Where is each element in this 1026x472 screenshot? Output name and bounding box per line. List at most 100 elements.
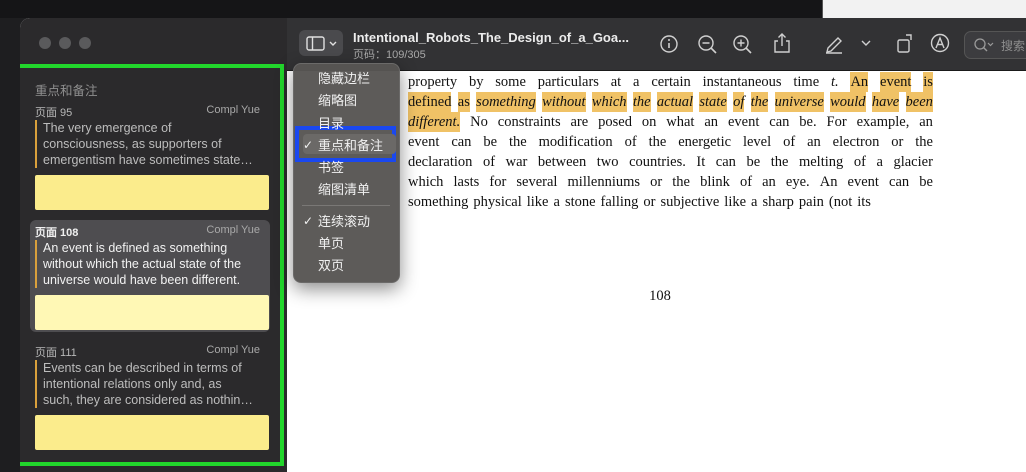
text-line: which lasts for several millenniums or the blin… [408,172,933,192]
highlight-card[interactable]: 页面 95 Compl Yue The very emergence of co… [30,100,270,212]
quote-line: Events can be described in terms of [43,361,242,375]
body-word: at [610,74,622,90]
document-title: Intentional_Robots_The_Design_of_a_Goa..… [353,30,629,45]
background-window-edge [822,0,1026,18]
text-line: something physical like a stone falling or subj… [408,192,933,212]
minimize-window-button[interactable] [59,37,71,49]
body-word: of [739,174,753,190]
body-word: which [408,174,444,190]
menu-item[interactable]: 单页 [318,236,344,252]
checkmark-icon: ✓ [303,214,314,228]
info-icon[interactable] [658,33,680,55]
menu-item[interactable]: 缩略图 [318,93,357,109]
highlight-pen-icon[interactable] [823,32,845,54]
body-word: be [919,174,933,190]
highlighted-word: something [476,92,536,112]
quote-line: such, they are considered as nothin… [43,393,253,407]
zoom-out-icon[interactable] [696,33,718,55]
body-word: of [783,134,796,150]
body-word: of [482,154,496,170]
quote-line: intentional relations only and, as [43,377,222,391]
close-window-button[interactable] [39,37,51,49]
highlighted-word: event [880,72,912,92]
preview-window: 重点和备注 页面 95 Compl Yue The very emergence… [20,18,1026,472]
highlighted-word: which [591,92,627,112]
highlight-quote: An event is defined as something without… [35,240,263,288]
quote-line: consciousness, as supporters of [43,137,222,151]
body-word: for [489,174,507,190]
menu-item[interactable]: 隐藏边栏 [318,71,370,87]
body-word: an [807,134,821,150]
rotate-icon[interactable] [894,32,916,54]
body-word: eye. [785,174,810,190]
body-word: two [596,154,619,170]
body-word: event [727,114,760,130]
body-word: can [451,134,472,150]
sidebar-view-button[interactable] [299,30,343,56]
search-icon [974,38,994,52]
search-field[interactable]: 搜索 [964,31,1026,59]
highlighted-word: the [632,92,651,112]
body-word: the [508,134,527,150]
highlight-card-selected[interactable]: 页面 108 Compl Yue An event is defined as … [30,220,270,332]
share-icon[interactable] [771,31,793,55]
highlighted-word: defined [408,92,452,112]
menu-item[interactable]: 双页 [318,258,344,274]
highlight-author: Compl Yue [206,224,260,236]
zoom-window-button[interactable] [79,37,91,49]
body-word: a [876,154,883,170]
body-word: several [516,174,558,190]
note-field[interactable] [35,175,269,210]
body-word: constraints [497,114,561,130]
highlighted-word: as [457,92,470,112]
body-word: some [495,74,526,90]
note-field[interactable] [35,295,269,330]
highlighted-word: An [850,72,869,92]
note-field[interactable] [35,415,269,450]
page-number: 108 [649,288,671,304]
body-word: An [819,174,838,190]
body-word: between [537,154,587,170]
highlight-page: 页面 111 [35,347,77,359]
menu-separator [302,205,390,206]
menu-item[interactable]: 连续滚动 [318,214,370,230]
menu-item[interactable]: 重点和备注 [318,138,383,154]
markup-icon[interactable] [929,32,951,54]
body-word: certain [651,74,691,90]
body-word: are [570,114,589,130]
body-word: event [847,174,879,190]
checkmark-icon: ✓ [303,138,314,152]
highlight-author: Compl Yue [206,104,260,116]
highlight-page: 页面 108 [35,227,79,239]
body-word: the [770,154,789,170]
menu-item[interactable]: 缩图清单 [318,182,370,198]
chevron-down-icon[interactable] [860,36,872,50]
highlight-card[interactable]: 页面 111 Compl Yue Events can be described… [30,340,270,452]
panel-title: 重点和备注 [35,84,98,98]
body-word: can [715,154,736,170]
menu-item[interactable]: 书签 [318,160,344,176]
body-word: event [408,134,440,150]
body-word: glacier [893,154,933,170]
highlighted-word: state [699,92,727,112]
body-word: particulars [537,74,599,90]
text-line: event can be the modification of the energetic l… [408,132,933,152]
body-word: or [891,134,904,150]
sidebar-view-menu: 隐藏边栏缩略图目录 ✓ 重点和备注书签缩图清单 ✓ 连续滚动单页双页 [293,63,400,283]
highlighted-word: different. [408,112,461,132]
body-word: a [751,194,758,210]
body-word: of [624,134,637,150]
highlight-quote: The very emergence of consciousness, as … [35,120,263,168]
page-indicator: 页码：109/305 [353,49,426,61]
body-word: electron [832,134,880,150]
body-word: subjective [660,194,720,210]
quote-line: An event is defined as something [43,241,228,255]
highlighted-word: without [542,92,586,112]
menu-item[interactable]: 目录 [318,116,344,132]
body-word: pain [798,194,824,210]
sidebar-icon [306,36,337,51]
zoom-in-icon[interactable] [731,33,753,55]
highlight-quote: Events can be described in terms of inte… [35,360,263,408]
body-word: an [704,114,719,130]
highlighted-word: would [830,92,866,112]
